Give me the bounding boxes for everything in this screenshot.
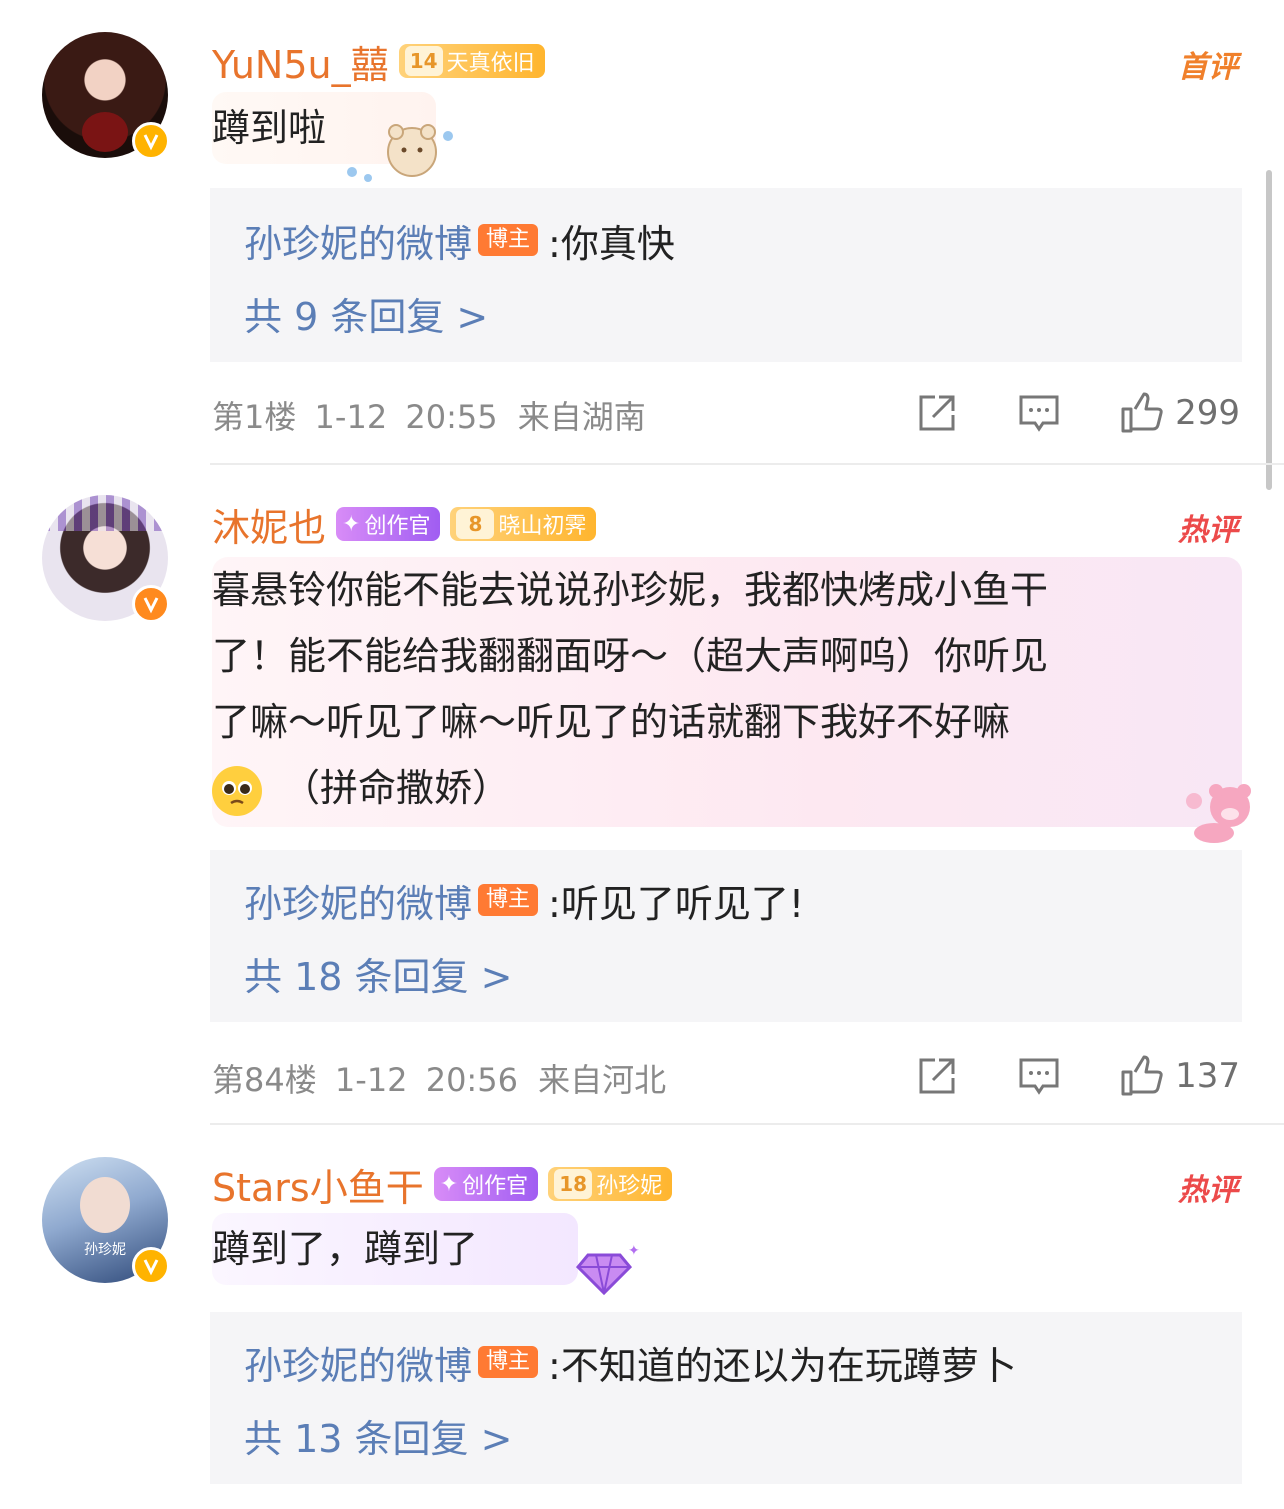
- verified-icon: [132, 1247, 170, 1285]
- fan-badge[interactable]: 8 晓山初霁: [450, 507, 597, 541]
- fan-badge[interactable]: 14 天真依旧: [398, 44, 545, 78]
- creator-icon: ✦: [342, 511, 361, 537]
- like-icon[interactable]: [1119, 391, 1163, 435]
- fan-club-name: 晓山初霁: [498, 514, 587, 539]
- comment-text-line: （拼命撒娇）: [282, 766, 511, 810]
- first-comment-tag: 首评: [1178, 50, 1238, 85]
- strawberry-bear-sticker: [1184, 781, 1262, 847]
- pleading-face-icon: [212, 765, 262, 816]
- comment-date: 1-12: [314, 398, 388, 436]
- comment-date: 1-12: [334, 1061, 408, 1099]
- floor-number: 第84楼: [212, 1061, 317, 1099]
- verified-icon: [132, 585, 170, 623]
- reply-text: :你真快: [548, 221, 675, 266]
- reply-author[interactable]: 孙珍妮的微博: [244, 873, 472, 928]
- diamond-sticker: ✦: [566, 1241, 642, 1301]
- username[interactable]: YuN5u_囍: [212, 34, 389, 89]
- fan-club-name: 孙珍妮: [596, 1174, 663, 1199]
- bear-sticker: [340, 118, 460, 188]
- like-count: 299: [1175, 393, 1240, 433]
- fan-club-name: 天真依旧: [446, 51, 535, 76]
- username[interactable]: Stars小鱼干: [212, 1157, 424, 1212]
- reply-box[interactable]: 孙珍妮的微博 博主 :你真快 共 9 条回复 >: [210, 188, 1242, 362]
- share-icon[interactable]: [915, 391, 959, 435]
- hot-comment-tag: 热评: [1178, 1173, 1238, 1208]
- reply-author[interactable]: 孙珍妮的微博: [244, 213, 472, 268]
- reply-text: :不知道的还以为在玩蹲萝卜: [548, 1343, 1017, 1388]
- creator-badge-label: 创作官: [364, 514, 431, 539]
- comment-time: 20:55: [405, 398, 498, 436]
- comment-item: 沐妮也 ✦ 创作官 8 晓山初霁 热评 暮悬铃你能不能去说说孙珍妮，我都快烤成小…: [0, 465, 1284, 1125]
- comment-text[interactable]: 蹲到了，蹲到了: [212, 1213, 579, 1285]
- comment-item: 孙珍妮 Stars小鱼干 ✦ 创作官 18 孙珍妮 热评 蹲到了，蹲到了 ✦ 孙…: [0, 1125, 1284, 1509]
- comment-text-line: 暮悬铃你能不能去说说孙珍妮，我都快烤成小鱼干: [212, 568, 1049, 612]
- share-icon[interactable]: [915, 1054, 959, 1098]
- like-icon[interactable]: [1119, 1054, 1163, 1098]
- comment-time: 20:56: [425, 1061, 518, 1099]
- floor-number: 第1楼: [212, 398, 297, 436]
- comment-meta: 第84楼 1-12 20:56 来自河北: [212, 1055, 666, 1101]
- more-replies-link[interactable]: 共 13 条回复 >: [244, 1408, 512, 1463]
- host-badge: 博主: [478, 884, 539, 916]
- hot-comment-tag: 热评: [1178, 513, 1238, 548]
- fan-level: 18: [554, 1169, 593, 1199]
- comment-text[interactable]: 暮悬铃你能不能去说说孙珍妮，我都快烤成小鱼干 了！能不能给我翻翻面呀～（超大声啊…: [212, 557, 1242, 827]
- like-count: 137: [1175, 1056, 1240, 1096]
- comment-location: 来自河北: [538, 1061, 667, 1099]
- creator-icon: ✦: [439, 1171, 459, 1197]
- reply-text: :听见了听见了!: [548, 881, 805, 926]
- reply-author[interactable]: 孙珍妮的微博: [244, 1335, 472, 1390]
- creator-badge-label: 创作官: [462, 1174, 529, 1199]
- avatar[interactable]: [42, 32, 170, 160]
- comment-icon[interactable]: [1017, 391, 1061, 435]
- avatar[interactable]: 孙珍妮: [42, 1157, 170, 1285]
- creator-badge[interactable]: ✦ 创作官: [433, 1167, 539, 1201]
- fan-level: 14: [404, 46, 443, 76]
- comment-text-line: 了嘛～听见了嘛～听见了的话就翻下我好不好嘛: [212, 700, 1011, 744]
- fan-badge[interactable]: 18 孙珍妮: [548, 1167, 673, 1201]
- fan-level: 8: [456, 509, 495, 539]
- host-badge: 博主: [478, 1346, 539, 1378]
- verified-icon: [132, 122, 170, 160]
- more-replies-link[interactable]: 共 18 条回复 >: [244, 946, 512, 1001]
- svg-text:✦: ✦: [628, 1243, 640, 1259]
- comment-location: 来自湖南: [517, 398, 646, 436]
- comment-item: YuN5u_囍 14 天真依旧 首评 蹲到啦 孙珍妮的微博 博主 :你真快 共 …: [0, 0, 1284, 465]
- reply-box[interactable]: 孙珍妮的微博 博主 :不知道的还以为在玩蹲萝卜 共 13 条回复 >: [210, 1312, 1242, 1484]
- comment-text-line: 了！能不能给我翻翻面呀～（超大声啊呜）你听见: [212, 634, 1049, 678]
- comment-meta: 第1楼 1-12 20:55 来自湖南: [212, 392, 646, 438]
- comment-icon[interactable]: [1017, 1054, 1061, 1098]
- host-badge: 博主: [478, 224, 539, 256]
- reply-box[interactable]: 孙珍妮的微博 博主 :听见了听见了! 共 18 条回复 >: [210, 850, 1242, 1022]
- username[interactable]: 沐妮也: [212, 497, 326, 552]
- more-replies-link[interactable]: 共 9 条回复 >: [244, 286, 488, 341]
- creator-badge[interactable]: ✦ 创作官: [336, 507, 441, 541]
- avatar[interactable]: [42, 495, 170, 623]
